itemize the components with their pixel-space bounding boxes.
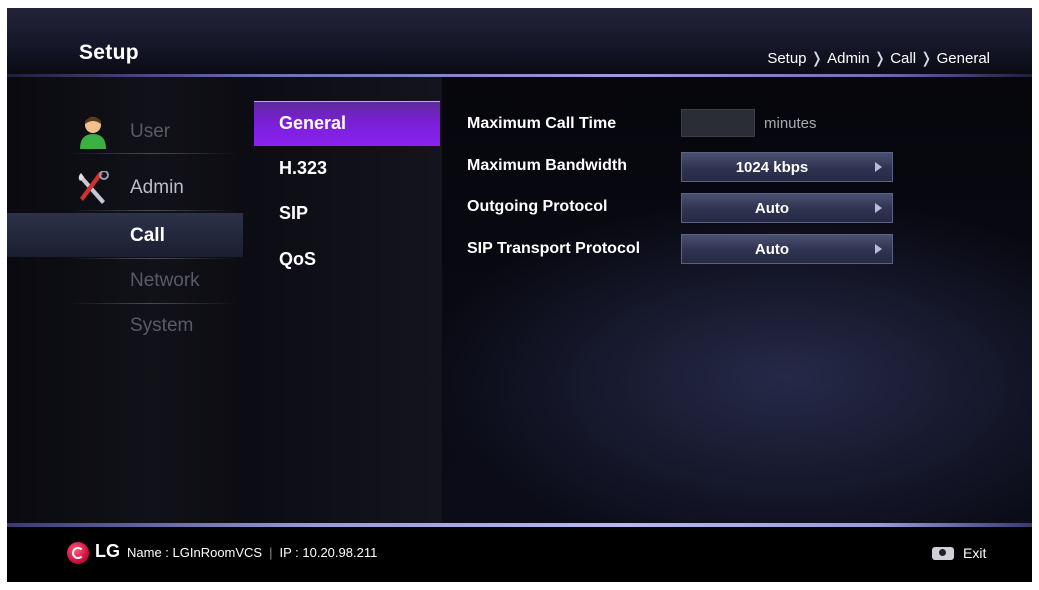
sip-transport-select[interactable]: Auto bbox=[681, 234, 893, 264]
user-icon bbox=[80, 117, 106, 149]
exit-button[interactable]: Exit bbox=[963, 545, 986, 561]
sidebar-item-label: System bbox=[130, 315, 194, 336]
breadcrumb-separator-icon: ❭ bbox=[810, 50, 824, 67]
sidebar-item-network[interactable]: Network bbox=[7, 258, 243, 302]
arrow-right-icon bbox=[875, 162, 882, 172]
outgoing-protocol-label: Outgoing Protocol bbox=[467, 198, 608, 215]
header: Setup Setup ❭ Admin ❭ Call ❭ General bbox=[7, 8, 1032, 76]
submenu-item-label: H.323 bbox=[279, 158, 328, 178]
submenu-item-general[interactable]: General bbox=[254, 101, 440, 146]
submenu-item-h323[interactable]: H.323 bbox=[254, 147, 440, 191]
max-call-time-label: Maximum Call Time bbox=[467, 115, 617, 132]
sidebar-item-user[interactable]: User bbox=[7, 109, 243, 153]
breadcrumb-item: Admin bbox=[827, 50, 870, 67]
sidebar-item-label: Call bbox=[130, 225, 165, 246]
setup-screen: Setup Setup ❭ Admin ❭ Call ❭ General User bbox=[7, 8, 1032, 582]
outgoing-protocol-value: Auto bbox=[754, 200, 790, 217]
sidebar-item-label: Admin bbox=[130, 177, 184, 198]
breadcrumb-separator-icon: ❭ bbox=[920, 50, 933, 67]
breadcrumb: Setup ❭ Admin ❭ Call ❭ General bbox=[767, 49, 990, 67]
sidebar: User Admin Call Network System bbox=[7, 77, 250, 523]
device-name: Name : LGInRoomVCS bbox=[127, 545, 263, 560]
breadcrumb-item: Setup bbox=[767, 50, 807, 67]
submenu-item-label: SIP bbox=[279, 203, 309, 223]
sidebar-item-system[interactable]: System bbox=[7, 303, 243, 347]
page-title: Setup bbox=[79, 41, 139, 64]
submenu-item-label: QoS bbox=[279, 249, 317, 269]
breadcrumb-separator-icon: ❭ bbox=[873, 50, 887, 67]
max-call-time-unit: minutes bbox=[764, 115, 817, 132]
submenu: General H.323 SIP QoS bbox=[250, 77, 442, 523]
sip-transport-value: Auto bbox=[754, 241, 790, 258]
submenu-item-sip[interactable]: SIP bbox=[254, 192, 440, 236]
breadcrumb-item: General bbox=[936, 50, 990, 67]
sidebar-item-call[interactable]: Call bbox=[7, 213, 243, 257]
device-ip: IP : 10.20.98.211 bbox=[279, 545, 378, 560]
remote-exit-icon[interactable] bbox=[932, 547, 954, 560]
max-bandwidth-label: Maximum Bandwidth bbox=[467, 157, 628, 174]
settings-panel: Maximum Call Time minutes Maximum Bandwi… bbox=[467, 77, 1027, 523]
device-info: Name : LGInRoomVCS | IP : 10.20.98.211 bbox=[127, 545, 377, 560]
outgoing-protocol-select[interactable]: Auto bbox=[681, 193, 893, 223]
max-bandwidth-select[interactable]: 1024 kbps bbox=[681, 152, 893, 182]
max-bandwidth-value: 1024 kbps bbox=[735, 159, 809, 176]
sidebar-item-label: Network bbox=[130, 270, 200, 291]
main-area: User Admin Call Network System General H… bbox=[7, 77, 1032, 523]
submenu-item-label: General bbox=[279, 113, 347, 133]
breadcrumb-item: Call bbox=[890, 50, 917, 67]
sidebar-item-admin[interactable]: Admin bbox=[7, 165, 243, 209]
brand-label: LG bbox=[95, 541, 120, 561]
submenu-item-qos[interactable]: QoS bbox=[254, 238, 440, 282]
sidebar-divider bbox=[67, 210, 237, 211]
max-call-time-input[interactable] bbox=[681, 109, 755, 137]
tools-icon bbox=[78, 171, 109, 204]
sip-transport-label: SIP Transport Protocol bbox=[467, 240, 641, 257]
sidebar-divider bbox=[67, 153, 237, 154]
sidebar-item-label: User bbox=[130, 121, 171, 142]
footer: LG Name : LGInRoomVCS | IP : 10.20.98.211 … bbox=[7, 527, 1032, 582]
arrow-right-icon bbox=[875, 203, 882, 213]
arrow-right-icon bbox=[875, 244, 882, 254]
info-divider: | bbox=[269, 545, 273, 560]
lg-logo-icon bbox=[67, 542, 89, 564]
